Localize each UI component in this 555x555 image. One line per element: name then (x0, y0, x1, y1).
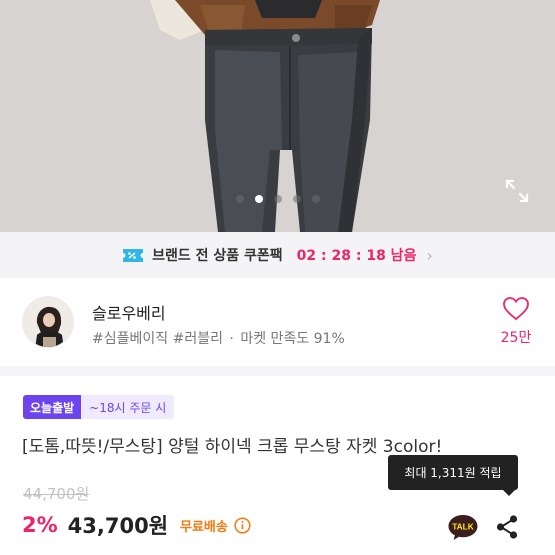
carousel-indicator (0, 195, 555, 203)
shop-avatar[interactable] (22, 296, 74, 348)
coupon-timer: 02 : 28 : 18 남음 (296, 248, 417, 264)
shop-name[interactable]: 슬로우베리 (92, 300, 166, 324)
discount-rate: 2% (22, 513, 58, 537)
expand-icon[interactable] (504, 178, 530, 204)
kakao-talk-icon[interactable]: TALK (447, 513, 479, 541)
shop-tag[interactable]: #러블리 (173, 331, 223, 347)
talk-label: TALK (452, 522, 474, 532)
like-button[interactable]: 25만 (494, 297, 538, 347)
carousel-dot[interactable] (235, 195, 244, 203)
coupon-text: 브랜드 전 상품 쿠폰팩 (152, 248, 283, 264)
chevron-right-icon: › (426, 245, 433, 265)
heart-outline-icon (503, 297, 529, 321)
info-icon[interactable] (234, 516, 251, 534)
shop-tag[interactable]: #심플베이직 (92, 331, 168, 347)
shop-info[interactable]: 슬로우베리 #심플베이직 #러블리 · 마켓 만족도 91% 25만 (0, 278, 555, 366)
like-count: 25만 (500, 330, 532, 346)
shop-satisfaction: 마켓 만족도 91% (240, 331, 345, 347)
original-price: 44,700원 (23, 485, 90, 503)
price-row: 2% 43,700원 무료배송 (22, 508, 251, 542)
shop-avatar-image (23, 297, 73, 347)
free-shipping-label: 무료배송 (180, 519, 228, 535)
coupon-ticket-icon (123, 248, 144, 262)
shop-meta: #심플베이직 #러블리 · 마켓 만족도 91% (92, 328, 345, 348)
section-divider (0, 366, 555, 376)
carousel-dot-active[interactable] (254, 195, 263, 203)
badge-today-shipping: 오늘출발 (23, 395, 82, 419)
badge-order-deadline: ~18시 주문 시 (81, 395, 175, 419)
delivery-badge: 오늘출발 ~18시 주문 시 (23, 395, 175, 419)
sale-price: 43,700원 (67, 514, 169, 538)
points-tooltip: 최대 1,311원 적립 (388, 455, 518, 496)
carousel-dot[interactable] (273, 195, 282, 203)
coupon-banner[interactable]: 브랜드 전 상품 쿠폰팩 02 : 28 : 18 남음 › (0, 232, 555, 278)
share-icon[interactable] (494, 514, 520, 540)
carousel-dot[interactable] (292, 195, 301, 203)
product-title: [도톰,따뜻!/무스탕] 양털 하이넥 크롭 무스탕 자켓 3color! (22, 437, 443, 457)
meta-separator: · (229, 331, 234, 347)
carousel-dot[interactable] (311, 195, 320, 203)
product-image-carousel[interactable] (0, 0, 555, 232)
